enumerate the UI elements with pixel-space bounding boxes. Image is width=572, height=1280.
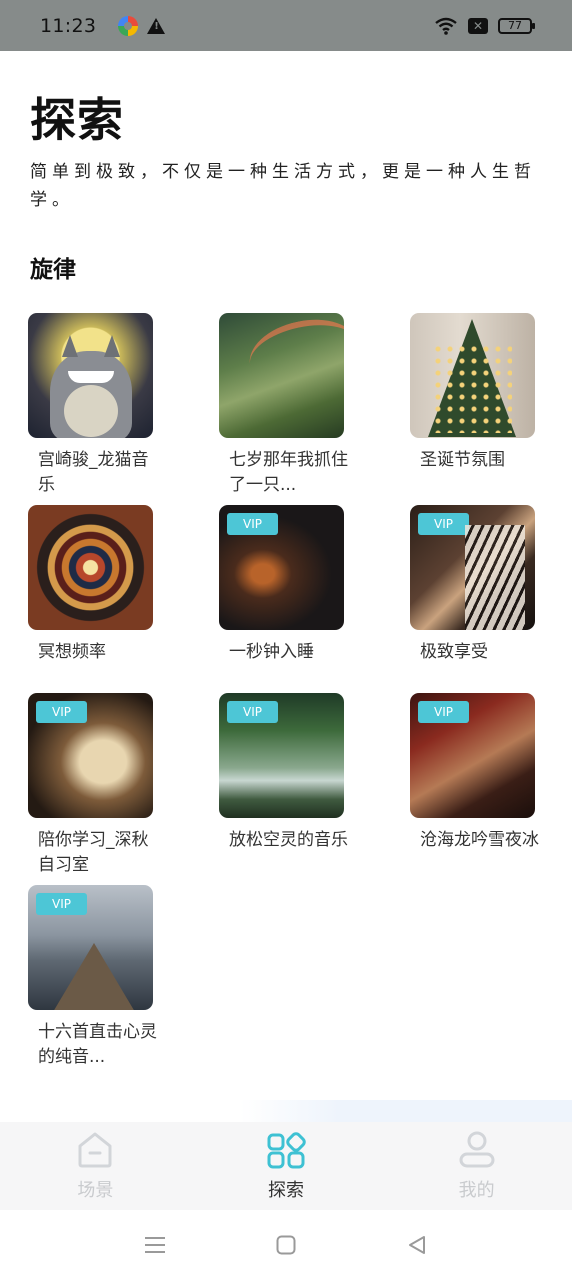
page-title: 探索 [30, 93, 124, 147]
music-card[interactable]: 冥想频率 [28, 505, 153, 665]
card-title: 十六首直击心灵的纯音... [38, 1022, 157, 1067]
card-title: 宫崎骏_龙猫音乐 [38, 450, 149, 495]
grid-icon [267, 1132, 306, 1169]
card-thumbnail [219, 313, 344, 438]
nav-label-mine: 我的 [458, 1180, 495, 1201]
card-title: 一秒钟入睡 [229, 642, 314, 662]
system-nav-bar [0, 1210, 572, 1280]
card-thumbnail: VIP [28, 885, 153, 1010]
status-time: 11:23 [40, 14, 97, 37]
nav-item-scene[interactable]: 场景 [20, 1130, 170, 1202]
card-thumbnail: VIP [28, 693, 153, 818]
card-title: 沧海龙吟雪夜冰 [420, 830, 539, 850]
music-card[interactable]: 七岁那年我抓住了一只... [219, 313, 348, 498]
card-thumbnail [28, 313, 153, 438]
card-title: 冥想频率 [38, 642, 106, 662]
nav-label-scene: 场景 [77, 1180, 114, 1201]
music-card[interactable]: VIP 沧海龙吟雪夜冰 [410, 693, 539, 853]
nav-item-explore[interactable]: 探索 [211, 1130, 361, 1202]
card-thumbnail: VIP [410, 505, 535, 630]
music-card[interactable]: VIP 陪你学习_深秋自习室 [28, 693, 153, 878]
music-card[interactable]: VIP 十六首直击心灵的纯音... [28, 885, 157, 1070]
music-card[interactable]: VIP 放松空灵的音乐 [219, 693, 348, 853]
status-indicators: ✕ 77 [434, 16, 535, 36]
card-title: 圣诞节氛围 [420, 450, 505, 470]
alert-icon [147, 17, 166, 34]
card-title: 放松空灵的音乐 [229, 830, 348, 850]
home-icon [78, 1132, 112, 1168]
vip-badge: VIP [418, 701, 469, 723]
card-title: 陪你学习_深秋自习室 [38, 830, 149, 875]
bottom-nav: 场景 探索 我的 [0, 1100, 572, 1210]
music-card[interactable]: VIP 极致享受 [410, 505, 535, 665]
card-thumbnail [28, 505, 153, 630]
vip-badge: VIP [36, 893, 87, 915]
card-thumbnail: VIP [219, 505, 344, 630]
user-icon [459, 1131, 495, 1168]
nav-item-mine[interactable]: 我的 [402, 1130, 552, 1202]
menu-icon[interactable] [143, 1233, 167, 1257]
battery-icon: 77 [498, 17, 535, 34]
wifi-icon [435, 17, 457, 35]
app-notification-icon [118, 15, 139, 36]
music-card[interactable]: VIP 一秒钟入睡 [219, 505, 344, 665]
card-thumbnail: VIP [410, 693, 535, 818]
page-subtitle: 简单到极致，不仅是一种生活方式，更是一种人生哲学。 [30, 162, 536, 210]
card-title: 七岁那年我抓住了一只... [229, 450, 348, 495]
section-title: 旋律 [30, 257, 76, 283]
no-sim-icon: ✕ [468, 17, 488, 34]
music-card[interactable]: 宫崎骏_龙猫音乐 [28, 313, 153, 498]
music-card[interactable]: 圣诞节氛围 [410, 313, 535, 473]
card-thumbnail [410, 313, 535, 438]
vip-badge: VIP [36, 701, 87, 723]
app-root: 11:23 ✕ 77 探索 简单到极致，不仅是一种生活方式，更是一种人生哲学。 … [0, 0, 572, 1280]
vip-badge: VIP [227, 701, 278, 723]
home-button-icon[interactable] [274, 1233, 298, 1257]
card-thumbnail: VIP [219, 693, 344, 818]
status-bar: 11:23 ✕ 77 [0, 0, 572, 51]
back-icon[interactable] [405, 1233, 429, 1257]
vip-badge: VIP [418, 513, 469, 535]
card-title: 极致享受 [420, 642, 488, 662]
vip-badge: VIP [227, 513, 278, 535]
nav-label-explore: 探索 [267, 1180, 304, 1201]
